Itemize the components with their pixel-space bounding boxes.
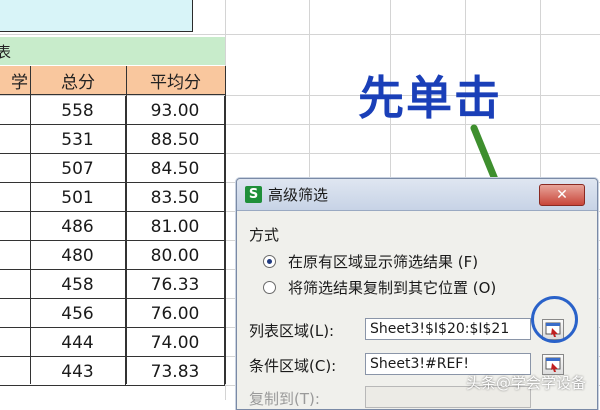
total-score-cell[interactable]: 480 bbox=[30, 241, 126, 270]
average-score-cell[interactable]: 73.83 bbox=[126, 357, 225, 386]
watermark-text: 头条@学会学设备 bbox=[466, 374, 587, 392]
merged-title-cell[interactable] bbox=[0, 0, 193, 32]
table-title-band[interactable]: 表 bbox=[0, 37, 225, 65]
average-score-cell[interactable]: 76.00 bbox=[126, 299, 225, 328]
copy-to-label: 复制到(T): bbox=[249, 390, 320, 408]
radio-filter-in-place[interactable] bbox=[263, 255, 276, 268]
criteria-range-label: 条件区域(C): bbox=[249, 357, 337, 375]
dialog-titlebar[interactable]: S 高级筛选 ✕ bbox=[237, 179, 597, 211]
total-score-cell[interactable]: 507 bbox=[30, 154, 126, 183]
close-button[interactable]: ✕ bbox=[539, 184, 585, 206]
dialog-title: 高级筛选 bbox=[268, 186, 329, 204]
average-score-cell[interactable]: 83.50 bbox=[126, 183, 225, 212]
total-score-cell[interactable]: 444 bbox=[30, 328, 126, 357]
header-cell-average[interactable]: 平均分 bbox=[126, 66, 225, 95]
average-score-cell[interactable]: 93.00 bbox=[126, 96, 225, 125]
app-icon: S bbox=[245, 186, 262, 203]
average-score-cell[interactable]: 88.50 bbox=[126, 125, 225, 154]
highlight-circle bbox=[531, 296, 578, 343]
average-score-cell[interactable]: 80.00 bbox=[126, 241, 225, 270]
total-score-cell[interactable]: 486 bbox=[30, 212, 126, 241]
total-score-cell[interactable]: 531 bbox=[30, 125, 126, 154]
radio-copy-to-location-label[interactable]: 将筛选结果复制到其它位置 (O) bbox=[288, 277, 496, 298]
average-score-cell[interactable]: 84.50 bbox=[126, 154, 225, 183]
mode-group-label: 方式 bbox=[249, 226, 280, 244]
radio-filter-in-place-label[interactable]: 在原有区域显示筛选结果 (F) bbox=[288, 251, 478, 272]
average-score-cell[interactable]: 74.00 bbox=[126, 328, 225, 357]
total-score-cell[interactable]: 458 bbox=[30, 270, 126, 299]
list-range-input[interactable]: Sheet3!$I$20:$I$21 bbox=[365, 318, 531, 340]
header-cell-partial[interactable]: 学 bbox=[0, 66, 30, 95]
total-score-cell[interactable]: 558 bbox=[30, 96, 126, 125]
radio-copy-to-location[interactable] bbox=[263, 281, 276, 294]
table-title-partial: 表 bbox=[0, 43, 12, 61]
click-first-annotation: 先单击 bbox=[358, 71, 502, 125]
total-score-cell[interactable]: 443 bbox=[30, 357, 126, 386]
total-score-cell[interactable]: 456 bbox=[30, 299, 126, 328]
average-score-cell[interactable]: 76.33 bbox=[126, 270, 225, 299]
header-cell-total[interactable]: 总分 bbox=[30, 66, 126, 95]
average-score-cell[interactable]: 81.00 bbox=[126, 212, 225, 241]
list-range-label: 列表区域(L): bbox=[249, 322, 335, 340]
total-score-cell[interactable]: 501 bbox=[30, 183, 126, 212]
